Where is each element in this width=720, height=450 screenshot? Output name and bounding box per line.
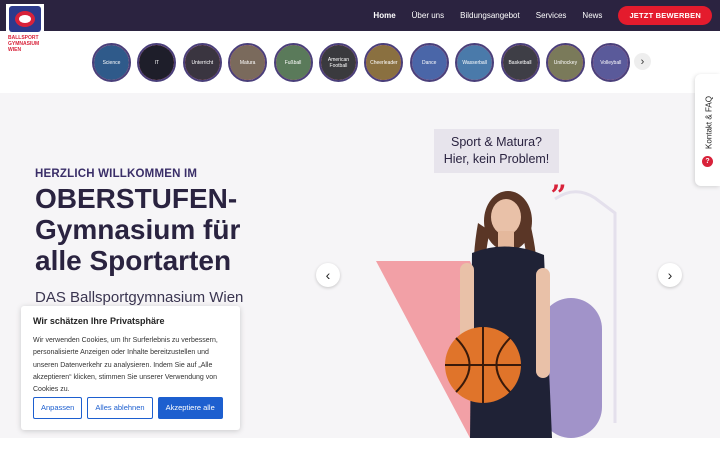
apply-now-button[interactable]: JETZT BEWERBEN [618,6,712,25]
sport-fussball[interactable]: Fußball [273,43,313,82]
sports-carousel: Science IT Unterricht Matura Fußball Ame… [92,43,637,82]
cookie-accept-button[interactable]: Akzeptiere alle [157,397,223,419]
sport-label: Unihockey [553,59,578,66]
hero-headline: OBERSTUFEN-Gymnasium für alle Sportarten [35,183,241,276]
logo-crest-icon [9,6,41,32]
contact-faq-label: Kontakt & FAQ [704,96,714,149]
sport-label: Basketball [508,59,532,66]
cookie-customize-button[interactable]: Anpassen [33,397,83,419]
quote-box: Sport & Matura? Hier, kein Problem! [434,129,559,173]
sport-dance[interactable]: Dance [409,43,449,82]
cookie-reject-button[interactable]: Alles ablehnen [87,397,153,419]
welcome-text: HERZLICH WILLKOMMEN IM [35,168,198,180]
top-navigation-bar: Home Über uns Bildungsangebot Services N… [0,0,720,31]
sport-unterricht[interactable]: Unterricht [182,43,222,82]
help-icon: ? [702,156,713,167]
sports-next-button[interactable]: › [634,53,651,70]
cookie-text: Wir verwenden Cookies, um Ihr Surferlebn… [33,337,218,394]
sport-label: Dance [422,59,437,66]
quote-line-2: Hier, kein Problem! [443,152,550,166]
hero-subline: DAS Ballsportgymnasium Wien [35,289,244,306]
sport-label: Science [102,59,121,66]
nav-ueber-uns[interactable]: Über uns [412,11,444,20]
logo-text: BALLSPORT GYMNASIUM WIEN [8,35,40,53]
sport-label: Wasserball [462,59,487,66]
sport-it[interactable]: IT [137,43,177,82]
sport-wasserball[interactable]: Wasserball [455,43,495,82]
quote-mark-icon: „ [551,163,568,196]
sport-volleyball[interactable]: Volleyball [591,43,631,82]
cookie-consent-banner: Wir schätzen Ihre Privatsphäre Wir verwe… [21,306,240,430]
sport-label: Unterricht [191,59,214,66]
sport-basketball[interactable]: Basketball [500,43,540,82]
site-logo[interactable]: BALLSPORT GYMNASIUM WIEN [6,4,44,56]
quote-line-1: Sport & Matura? [450,135,542,149]
cookie-title: Wir schätzen Ihre Privatsphäre [33,316,165,326]
cookie-buttons: Anpassen Alles ablehnen Akzeptiere alle [33,397,228,419]
sport-matura[interactable]: Matura [228,43,268,82]
nav-services[interactable]: Services [536,11,567,20]
nav-home[interactable]: Home [373,11,395,20]
nav-news[interactable]: News [582,11,602,20]
contact-faq-tab[interactable]: Kontakt & FAQ ? [695,74,720,186]
sport-label: Volleyball [600,59,622,66]
sport-label: Fußball [284,59,302,66]
sport-label: IT [154,59,160,66]
sport-unihockey[interactable]: Unihockey [545,43,585,82]
main-nav: Home Über uns Bildungsangebot Services N… [373,0,720,31]
sport-label: Cheerleader [370,59,398,66]
sport-science[interactable]: Science [92,43,131,82]
sport-label: American Football [327,56,350,69]
slider-prev-button[interactable]: ‹ [316,263,340,287]
sport-label: Matura [239,59,256,66]
sport-cheerleader[interactable]: Cheerleader [364,43,404,82]
slider-next-button[interactable]: › [658,263,682,287]
sport-american-football[interactable]: American Football [318,43,358,82]
nav-bildungsangebot[interactable]: Bildungsangebot [460,11,520,20]
